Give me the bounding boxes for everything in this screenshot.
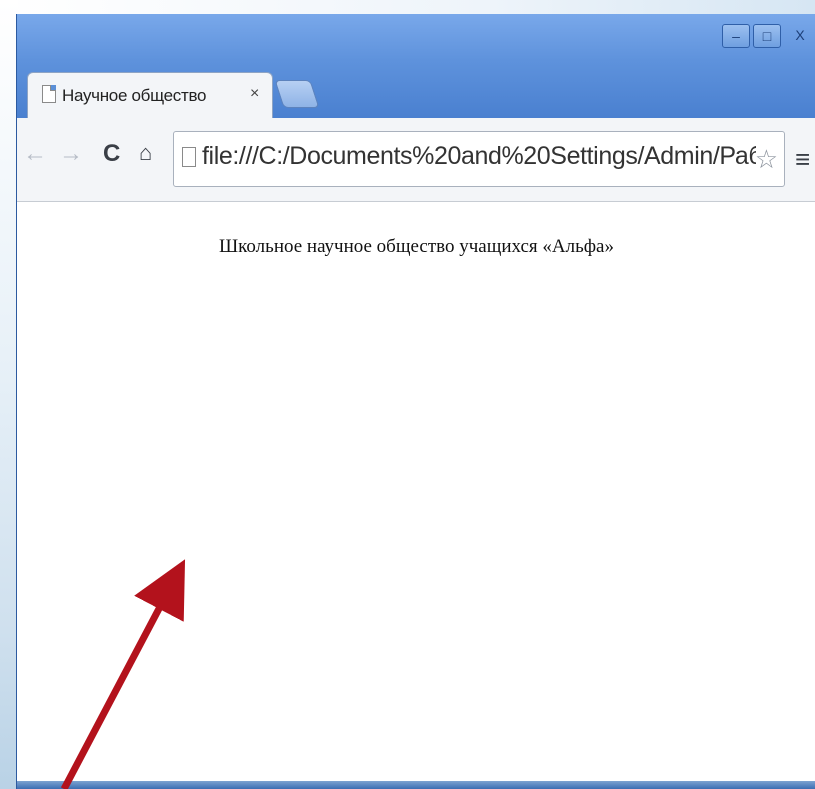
close-window-button[interactable]: X — [784, 24, 815, 46]
tab-title: Научное общество — [62, 86, 207, 105]
page-icon — [182, 147, 196, 167]
window-bottom-border — [17, 781, 815, 789]
browser-toolbar: ← → C ⌂ file:///C:/Documents%20and%20Set… — [17, 118, 815, 202]
browser-window: – □ X Научное общество × ← → C ⌂ file://… — [16, 14, 815, 789]
window-controls: – □ X — [722, 24, 815, 48]
address-bar[interactable]: file:///C:/Documents%20and%20Settings/Ad… — [173, 131, 785, 187]
new-tab-button[interactable] — [274, 80, 320, 108]
tab-close-icon[interactable]: × — [250, 85, 259, 103]
page-viewport[interactable]: Школьное научное общество учащихся «Альф… — [17, 202, 815, 789]
forward-arrow-icon[interactable]: → — [59, 140, 83, 168]
page-icon — [42, 85, 56, 103]
maximize-button[interactable]: □ — [753, 24, 781, 48]
tab-active[interactable]: Научное общество × — [27, 72, 273, 118]
url-text[interactable]: file:///C:/Documents%20and%20Settings/Ad… — [202, 142, 756, 171]
page-heading: Школьное научное общество учащихся «Альф… — [219, 236, 614, 257]
bookmark-star-icon[interactable]: ☆ — [755, 144, 778, 175]
reload-icon[interactable]: C — [103, 140, 120, 168]
back-arrow-icon[interactable]: ← — [23, 140, 47, 168]
home-icon[interactable]: ⌂ — [139, 140, 152, 166]
menu-icon[interactable]: ≡ — [795, 144, 810, 175]
title-bar: – □ X Научное общество × — [17, 14, 815, 118]
minimize-button[interactable]: – — [722, 24, 750, 48]
